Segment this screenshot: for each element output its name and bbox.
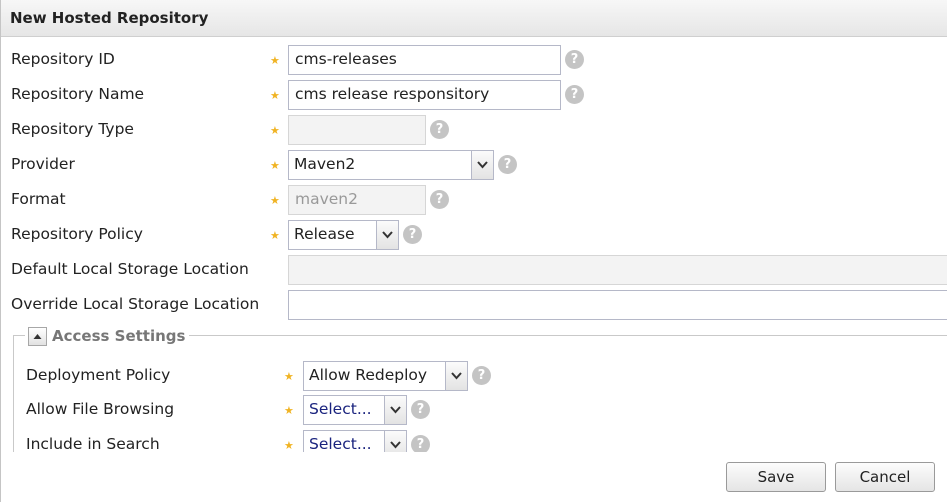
include-in-search-dropdown-trigger[interactable] [384,431,406,452]
help-question-icon[interactable]: ? [403,225,422,244]
cancel-button[interactable]: Cancel [835,462,935,492]
chevron-down-icon [451,372,462,380]
include-in-search-value: Select... [309,435,372,452]
default-storage-label: Default Local Storage Location [11,260,249,278]
collapse-access-settings-button[interactable] [28,326,47,346]
chevron-down-icon [382,231,393,239]
provider-value: Maven2 [294,155,356,173]
deployment-policy-dropdown-trigger[interactable] [445,362,467,390]
provider-dropdown-trigger[interactable] [471,151,493,179]
default-storage-input [288,255,947,285]
repository-policy-dropdown-trigger[interactable] [376,221,398,249]
help-question-icon[interactable]: ? [472,366,491,385]
dialog-title: New Hosted Repository [10,9,209,27]
repository-type-input [288,115,426,145]
help-question-icon[interactable]: ? [430,120,449,139]
repository-id-input[interactable]: cms-releases [288,45,561,75]
save-button[interactable]: Save [726,462,826,492]
override-storage-label: Override Local Storage Location [11,295,260,313]
required-star-icon: ★ [284,404,294,417]
help-question-icon[interactable]: ? [565,85,584,104]
access-settings-title: Access Settings [52,327,186,345]
repository-policy-value: Release [294,225,355,243]
help-question-icon[interactable]: ? [498,155,517,174]
allow-file-browsing-select[interactable]: Select... [303,395,407,425]
repository-name-input[interactable]: cms release responsitory [288,80,561,110]
repository-name-label: Repository Name [11,85,145,103]
allow-file-browsing-value: Select... [309,400,372,418]
required-star-icon: ★ [284,370,294,383]
chevron-down-icon [390,406,401,414]
required-star-icon: ★ [270,229,280,242]
access-settings-legend: Access Settings [25,325,190,347]
deployment-policy-select[interactable]: Allow Redeploy [303,361,468,391]
dialog-footer: Save Cancel [1,452,947,502]
required-star-icon: ★ [270,124,280,137]
help-question-icon[interactable]: ? [411,400,430,419]
format-input: maven2 [288,185,426,215]
include-in-search-select[interactable]: Select... [303,430,407,452]
deployment-policy-label: Deployment Policy [26,366,171,384]
chevron-up-icon [33,333,42,339]
required-star-icon: ★ [270,89,280,102]
provider-select[interactable]: Maven2 [288,150,494,180]
dialog-titlebar: New Hosted Repository [1,0,947,37]
deployment-policy-value: Allow Redeploy [309,366,428,384]
provider-label: Provider [11,155,75,173]
include-in-search-label: Include in Search [26,435,160,452]
repository-id-label: Repository ID [11,50,115,68]
override-storage-input[interactable] [288,290,947,320]
required-star-icon: ★ [270,159,280,172]
new-hosted-repository-dialog: New Hosted Repository Repository ID ★ cm… [0,0,947,502]
repository-policy-select[interactable]: Release [288,220,399,250]
required-star-icon: ★ [270,194,280,207]
form-body: Repository ID ★ cms-releases ? Repositor… [1,38,947,452]
help-question-icon[interactable]: ? [565,50,584,69]
format-label: Format [11,190,66,208]
required-star-icon: ★ [284,439,294,452]
allow-file-browsing-dropdown-trigger[interactable] [384,396,406,424]
repository-type-label: Repository Type [11,120,134,138]
help-question-icon[interactable]: ? [411,435,430,452]
chevron-down-icon [477,161,488,169]
repository-policy-label: Repository Policy [11,225,143,243]
chevron-down-icon [390,441,401,449]
help-question-icon[interactable]: ? [430,190,449,209]
allow-file-browsing-label: Allow File Browsing [26,400,175,418]
required-star-icon: ★ [270,54,280,67]
